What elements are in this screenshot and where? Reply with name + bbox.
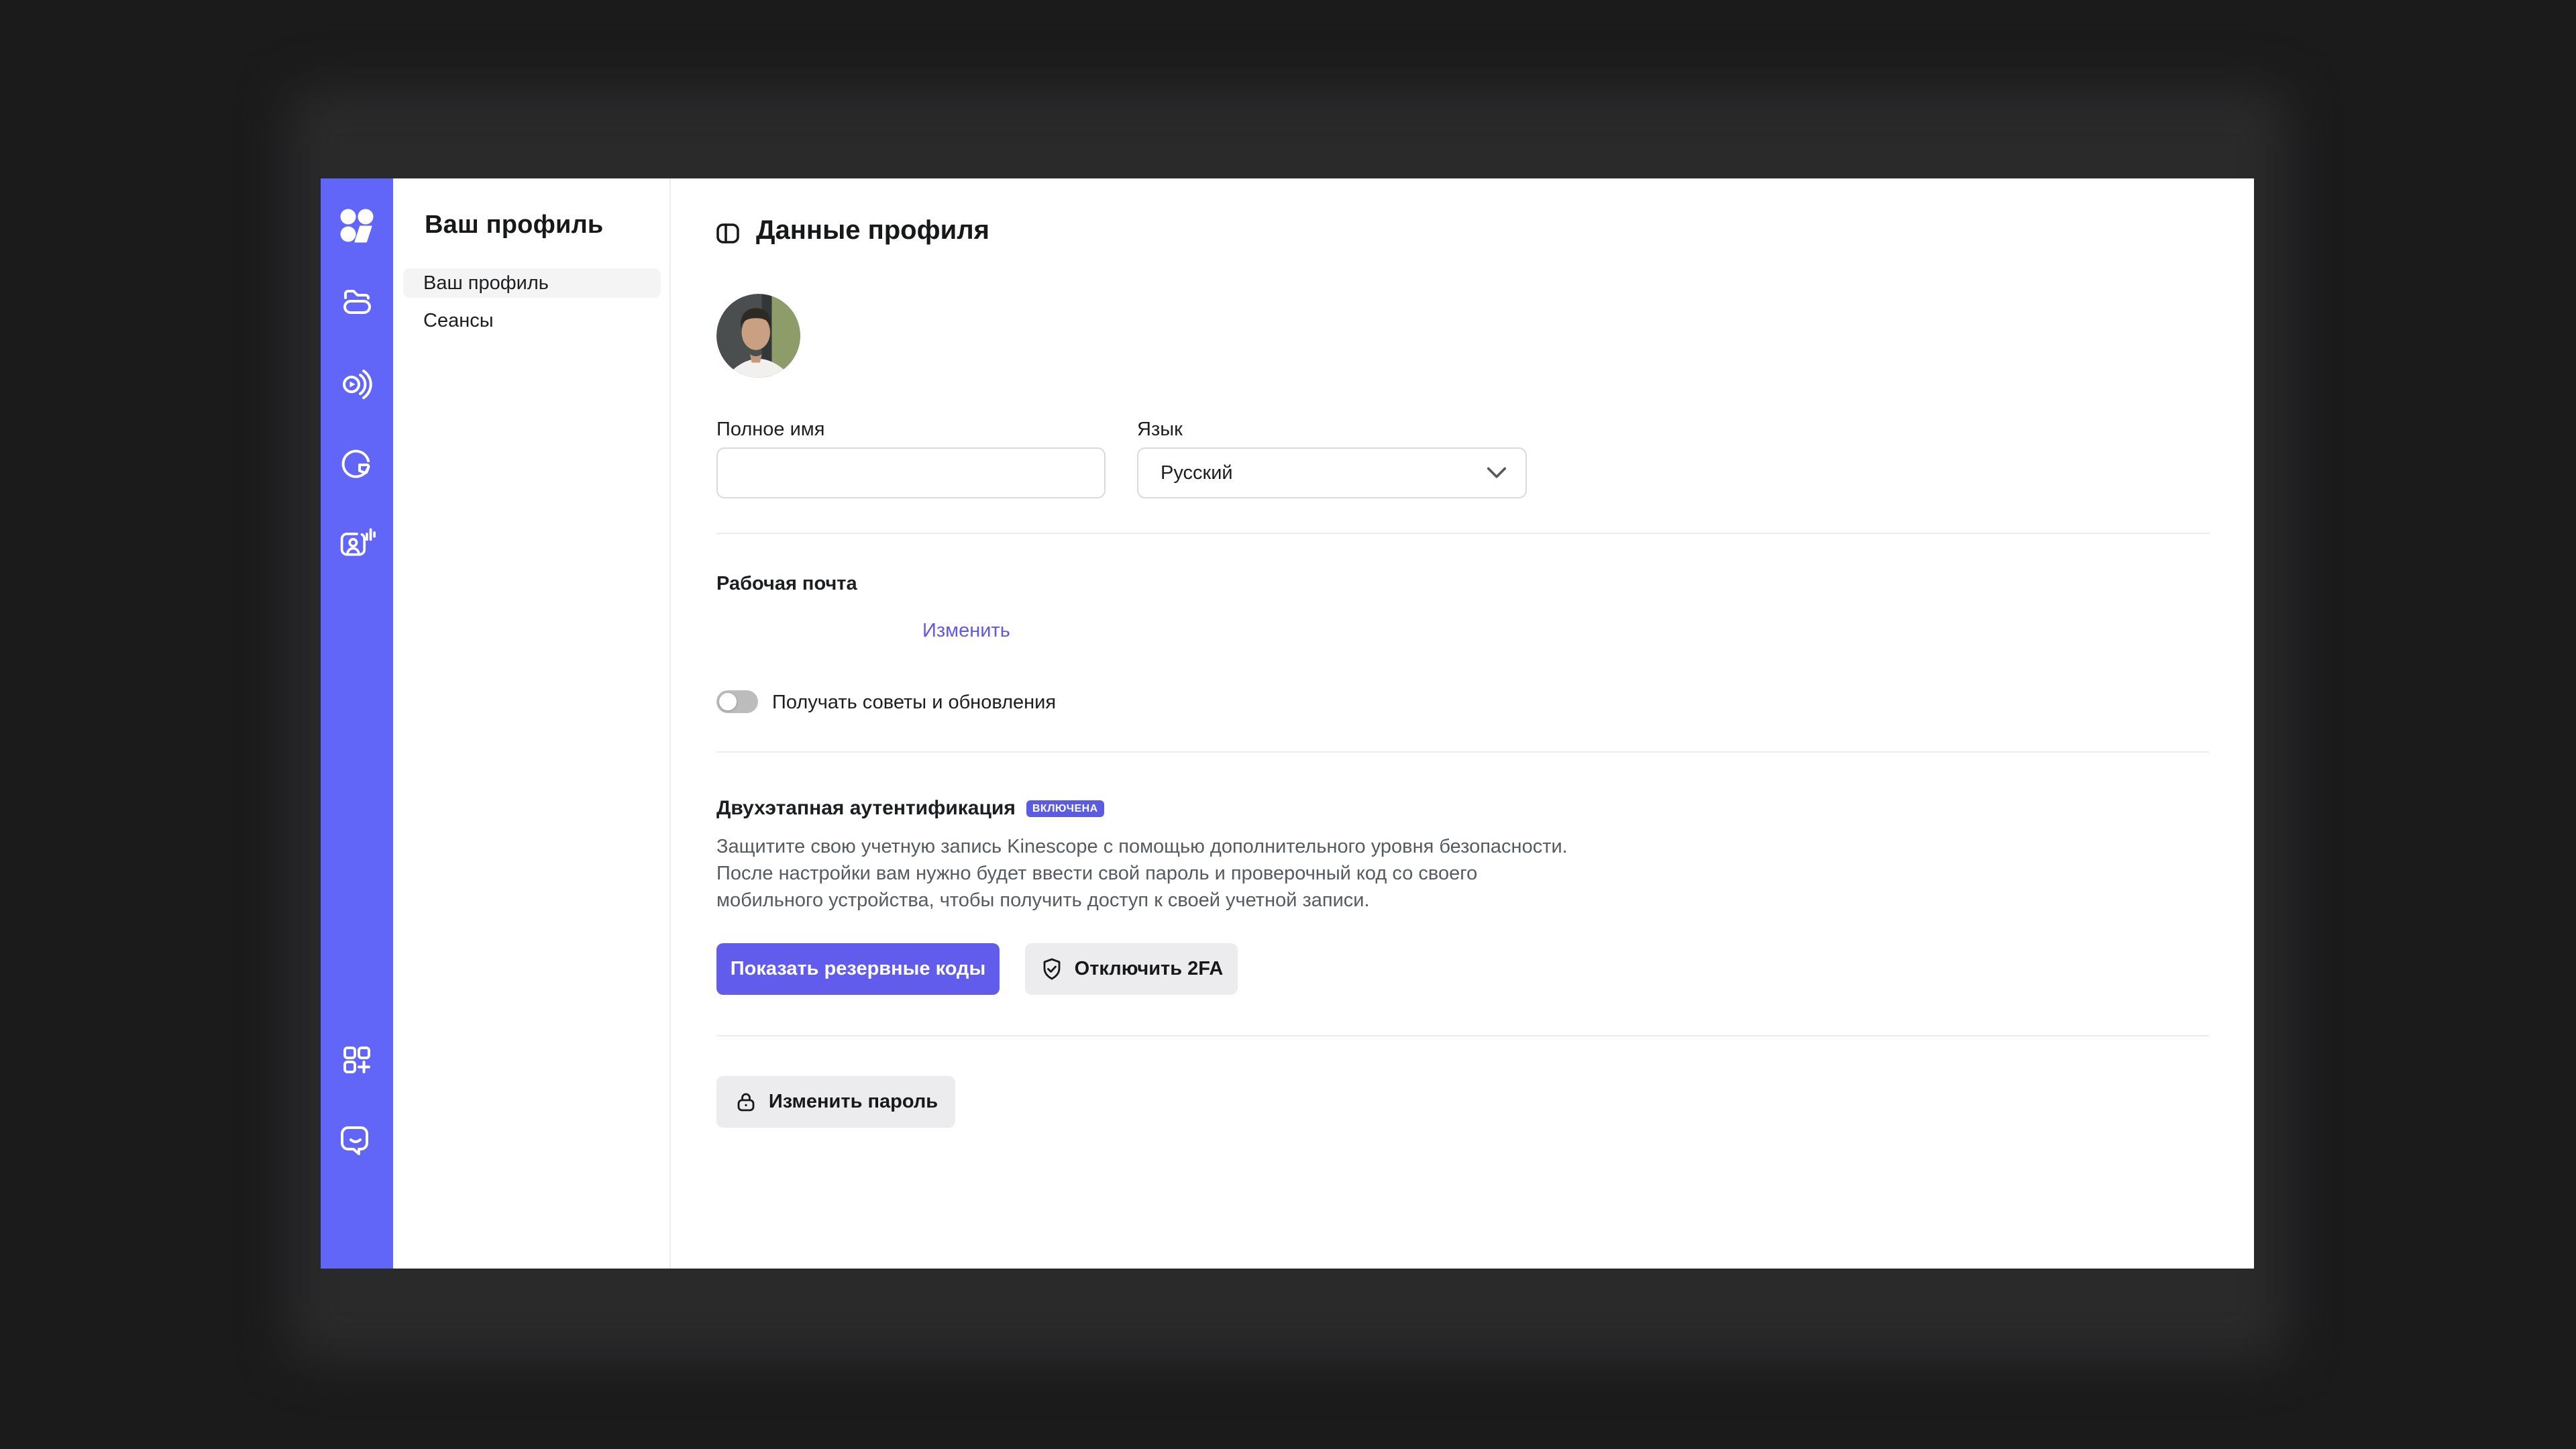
panel-toggle-icon[interactable] bbox=[714, 220, 741, 247]
lock-icon bbox=[734, 1090, 758, 1114]
full-name-label: Полное имя bbox=[716, 419, 824, 441]
kinescope-logo[interactable] bbox=[338, 207, 376, 244]
twofa-status-badge: ВКЛЮЧЕНА bbox=[1026, 800, 1104, 817]
button-label: Отключить 2FA bbox=[1075, 958, 1224, 980]
sidebar-item-profile[interactable]: Ваш профиль bbox=[403, 268, 661, 298]
app-window: Ваш профиль Ваш профиль Сеансы Данные пр… bbox=[321, 178, 2254, 1269]
contacts-icon[interactable] bbox=[338, 523, 376, 561]
work-email-title: Рабочая почта bbox=[716, 573, 857, 595]
settings-sidebar: Ваш профиль Ваш профиль Сеансы bbox=[393, 178, 671, 1269]
apps-add-icon[interactable] bbox=[338, 1041, 376, 1079]
language-label: Язык bbox=[1137, 419, 1183, 441]
sidebar-item-label: Сеансы bbox=[423, 310, 494, 332]
tips-toggle[interactable] bbox=[716, 690, 758, 713]
twofa-title: Двухэтапная аутентификация bbox=[716, 797, 1016, 820]
chevron-down-icon bbox=[1487, 467, 1507, 479]
page-title: Данные профиля bbox=[756, 215, 989, 246]
divider bbox=[716, 1035, 2209, 1036]
video-library-icon[interactable] bbox=[338, 283, 376, 321]
language-selected-value: Русский bbox=[1161, 462, 1233, 484]
button-label: Показать резервные коды bbox=[731, 958, 985, 980]
shield-check-icon bbox=[1040, 957, 1064, 981]
profile-avatar[interactable] bbox=[716, 294, 800, 378]
analytics-icon[interactable] bbox=[338, 445, 376, 482]
show-backup-codes-button[interactable]: Показать резервные коды bbox=[716, 943, 1000, 995]
button-label: Изменить пароль bbox=[769, 1091, 938, 1113]
tips-toggle-label: Получать советы и обновления bbox=[772, 692, 1056, 714]
main-content: Данные профиля Полное имя Язык Русский bbox=[671, 178, 2254, 1269]
support-chat-icon[interactable] bbox=[338, 1122, 376, 1159]
language-select[interactable]: Русский bbox=[1137, 447, 1527, 498]
twofa-description-line: Защитите свою учетную запись Kinescope с… bbox=[716, 833, 1589, 860]
change-password-button[interactable]: Изменить пароль bbox=[716, 1076, 955, 1128]
live-stream-icon[interactable] bbox=[338, 364, 376, 402]
divider bbox=[716, 533, 2209, 534]
sidebar-title: Ваш профиль bbox=[425, 211, 604, 239]
change-email-link[interactable]: Изменить bbox=[922, 620, 1010, 642]
disable-2fa-button[interactable]: Отключить 2FA bbox=[1025, 943, 1238, 995]
twofa-description: Защитите свою учетную запись Kinescope с… bbox=[716, 833, 1589, 914]
twofa-header: Двухэтапная аутентификация ВКЛЮЧЕНА bbox=[716, 797, 1104, 820]
twofa-description-line: После настройки вам нужно будет ввести с… bbox=[716, 860, 1589, 887]
full-name-input[interactable] bbox=[716, 447, 1106, 498]
divider bbox=[716, 751, 2209, 753]
toggle-knob bbox=[719, 693, 737, 710]
sidebar-item-sessions[interactable]: Сеансы bbox=[403, 306, 661, 335]
twofa-description-line: мобильного устройства, чтобы получить до… bbox=[716, 887, 1589, 914]
nav-rail bbox=[321, 178, 393, 1269]
sidebar-item-label: Ваш профиль bbox=[423, 272, 549, 294]
sidebar-nav: Ваш профиль Сеансы bbox=[403, 268, 661, 343]
